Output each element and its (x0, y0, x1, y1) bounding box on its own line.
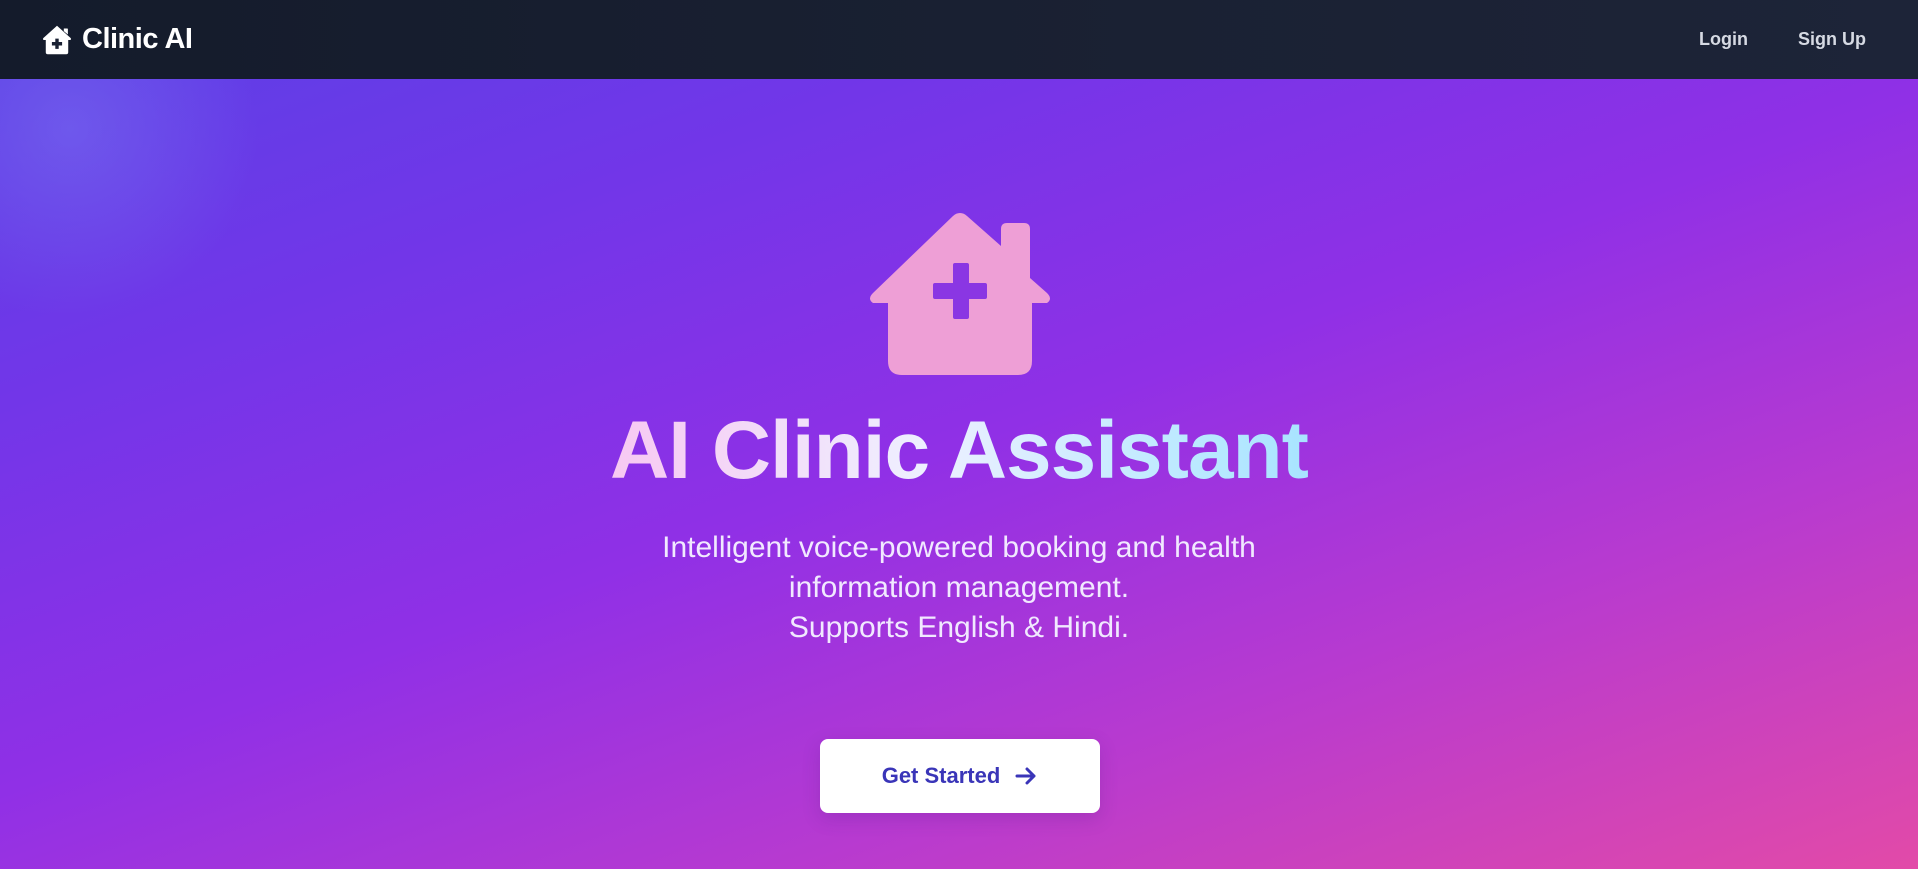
background-glow (0, 79, 260, 319)
get-started-label: Get Started (881, 763, 1001, 788)
nav-links: Login Sign Up (1699, 29, 1866, 50)
subtitle-line: information management. (788, 571, 1130, 604)
brand-name: Clinic AI (82, 23, 193, 55)
hero-section: AI Clinic Assistant Intelligent voice-po… (0, 79, 1918, 869)
subtitle-line: Supports English & Hindi. (788, 611, 1130, 644)
house-medical-icon (42, 25, 72, 54)
house-medical-icon (870, 213, 1050, 375)
brand-logo-link[interactable]: Clinic AI (40, 23, 193, 57)
login-link[interactable]: Login (1699, 29, 1748, 50)
hero-subtitle: Intelligent voice-powered booking and he… (0, 528, 1918, 648)
hero-title: AI Clinic Assistant (610, 405, 1309, 496)
signup-link[interactable]: Sign Up (1798, 29, 1866, 50)
get-started-button[interactable]: Get Started (820, 739, 1100, 813)
arrow-right-icon (1015, 767, 1036, 785)
top-navbar: Clinic AI Login Sign Up (0, 0, 1918, 79)
subtitle-line: Intelligent voice-powered booking and he… (662, 531, 1256, 564)
